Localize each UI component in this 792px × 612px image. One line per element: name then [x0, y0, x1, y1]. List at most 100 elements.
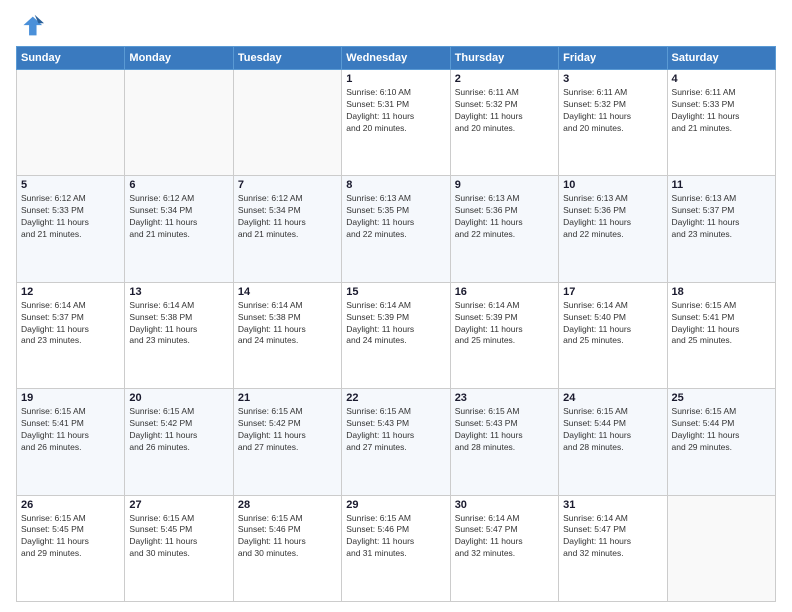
day-number: 28 — [238, 499, 337, 511]
logo — [16, 12, 48, 40]
day-number: 31 — [563, 499, 662, 511]
day-info: Sunrise: 6:12 AM Sunset: 5:33 PM Dayligh… — [21, 193, 120, 241]
weekday-header-tuesday: Tuesday — [233, 47, 341, 70]
day-info: Sunrise: 6:14 AM Sunset: 5:47 PM Dayligh… — [563, 513, 662, 561]
day-cell: 11 Sunrise: 6:13 AM Sunset: 5:37 PM Dayli… — [667, 176, 775, 282]
day-info: Sunrise: 6:14 AM Sunset: 5:39 PM Dayligh… — [346, 300, 445, 348]
day-cell: 24 Sunrise: 6:15 AM Sunset: 5:44 PM Dayli… — [559, 389, 667, 495]
day-cell: 31 Sunrise: 6:14 AM Sunset: 5:47 PM Dayli… — [559, 495, 667, 601]
day-info: Sunrise: 6:15 AM Sunset: 5:45 PM Dayligh… — [129, 513, 228, 561]
day-number: 30 — [455, 499, 554, 511]
day-cell: 29Sunrise: 6:15 AM Sunset: 5:46 PM Dayli… — [342, 495, 450, 601]
day-cell — [233, 70, 341, 176]
day-info: Sunrise: 6:15 AM Sunset: 5:42 PM Dayligh… — [129, 406, 228, 454]
day-cell: 18 Sunrise: 6:15 AM Sunset: 5:41 PM Dayli… — [667, 282, 775, 388]
day-cell: 5 Sunrise: 6:12 AM Sunset: 5:33 PM Daylig… — [17, 176, 125, 282]
day-number: 9 — [455, 179, 554, 191]
day-number: 5 — [21, 179, 120, 191]
day-cell: 4Sunrise: 6:11 AM Sunset: 5:33 PM Daylig… — [667, 70, 775, 176]
day-info: Sunrise: 6:15 AM Sunset: 5:45 PM Dayligh… — [21, 513, 120, 561]
day-cell: 28 Sunrise: 6:15 AM Sunset: 5:46 PM Dayli… — [233, 495, 341, 601]
day-info: Sunrise: 6:15 AM Sunset: 5:43 PM Dayligh… — [455, 406, 554, 454]
day-cell: 19 Sunrise: 6:15 AM Sunset: 5:41 PM Dayli… — [17, 389, 125, 495]
day-number: 29 — [346, 499, 445, 511]
day-info: Sunrise: 6:11 AM Sunset: 5:32 PM Dayligh… — [455, 87, 554, 135]
day-number: 1 — [346, 73, 445, 85]
day-number: 15 — [346, 286, 445, 298]
day-cell: 21 Sunrise: 6:15 AM Sunset: 5:42 PM Dayli… — [233, 389, 341, 495]
day-cell: 23 Sunrise: 6:15 AM Sunset: 5:43 PM Dayli… — [450, 389, 558, 495]
day-number: 18 — [672, 286, 771, 298]
day-cell: 8Sunrise: 6:13 AM Sunset: 5:35 PM Daylig… — [342, 176, 450, 282]
week-row-1: 5 Sunrise: 6:12 AM Sunset: 5:33 PM Daylig… — [17, 176, 776, 282]
logo-icon — [16, 12, 44, 40]
day-info: Sunrise: 6:15 AM Sunset: 5:44 PM Dayligh… — [672, 406, 771, 454]
day-info: Sunrise: 6:15 AM Sunset: 5:46 PM Dayligh… — [238, 513, 337, 561]
day-info: Sunrise: 6:10 AM Sunset: 5:31 PM Dayligh… — [346, 87, 445, 135]
day-number: 14 — [238, 286, 337, 298]
day-number: 2 — [455, 73, 554, 85]
day-cell: 12Sunrise: 6:14 AM Sunset: 5:37 PM Dayli… — [17, 282, 125, 388]
day-number: 26 — [21, 499, 120, 511]
day-number: 25 — [672, 392, 771, 404]
day-cell: 13Sunrise: 6:14 AM Sunset: 5:38 PM Dayli… — [125, 282, 233, 388]
day-info: Sunrise: 6:15 AM Sunset: 5:44 PM Dayligh… — [563, 406, 662, 454]
day-number: 16 — [455, 286, 554, 298]
day-number: 6 — [129, 179, 228, 191]
day-cell: 15 Sunrise: 6:14 AM Sunset: 5:39 PM Dayli… — [342, 282, 450, 388]
day-cell: 26 Sunrise: 6:15 AM Sunset: 5:45 PM Dayli… — [17, 495, 125, 601]
day-cell: 2 Sunrise: 6:11 AM Sunset: 5:32 PM Daylig… — [450, 70, 558, 176]
day-cell: 17 Sunrise: 6:14 AM Sunset: 5:40 PM Dayli… — [559, 282, 667, 388]
day-number: 12 — [21, 286, 120, 298]
week-row-0: 1 Sunrise: 6:10 AM Sunset: 5:31 PM Daylig… — [17, 70, 776, 176]
day-info: Sunrise: 6:13 AM Sunset: 5:37 PM Dayligh… — [672, 193, 771, 241]
day-info: Sunrise: 6:14 AM Sunset: 5:39 PM Dayligh… — [455, 300, 554, 348]
day-cell: 20Sunrise: 6:15 AM Sunset: 5:42 PM Dayli… — [125, 389, 233, 495]
day-info: Sunrise: 6:13 AM Sunset: 5:35 PM Dayligh… — [346, 193, 445, 241]
day-cell: 27 Sunrise: 6:15 AM Sunset: 5:45 PM Dayli… — [125, 495, 233, 601]
calendar-table: SundayMondayTuesdayWednesdayThursdayFrid… — [16, 46, 776, 602]
day-cell: 9Sunrise: 6:13 AM Sunset: 5:36 PM Daylig… — [450, 176, 558, 282]
day-number: 19 — [21, 392, 120, 404]
day-number: 24 — [563, 392, 662, 404]
weekday-header-row: SundayMondayTuesdayWednesdayThursdayFrid… — [17, 47, 776, 70]
day-number: 27 — [129, 499, 228, 511]
day-number: 17 — [563, 286, 662, 298]
day-info: Sunrise: 6:15 AM Sunset: 5:41 PM Dayligh… — [672, 300, 771, 348]
day-info: Sunrise: 6:15 AM Sunset: 5:42 PM Dayligh… — [238, 406, 337, 454]
header — [16, 12, 776, 40]
day-info: Sunrise: 6:12 AM Sunset: 5:34 PM Dayligh… — [129, 193, 228, 241]
day-number: 11 — [672, 179, 771, 191]
day-info: Sunrise: 6:14 AM Sunset: 5:40 PM Dayligh… — [563, 300, 662, 348]
day-info: Sunrise: 6:13 AM Sunset: 5:36 PM Dayligh… — [563, 193, 662, 241]
weekday-header-thursday: Thursday — [450, 47, 558, 70]
day-cell: 30Sunrise: 6:14 AM Sunset: 5:47 PM Dayli… — [450, 495, 558, 601]
day-cell — [17, 70, 125, 176]
weekday-header-friday: Friday — [559, 47, 667, 70]
day-cell: 3Sunrise: 6:11 AM Sunset: 5:32 PM Daylig… — [559, 70, 667, 176]
day-info: Sunrise: 6:14 AM Sunset: 5:38 PM Dayligh… — [129, 300, 228, 348]
day-info: Sunrise: 6:14 AM Sunset: 5:38 PM Dayligh… — [238, 300, 337, 348]
day-cell: 10Sunrise: 6:13 AM Sunset: 5:36 PM Dayli… — [559, 176, 667, 282]
day-info: Sunrise: 6:11 AM Sunset: 5:32 PM Dayligh… — [563, 87, 662, 135]
week-row-3: 19 Sunrise: 6:15 AM Sunset: 5:41 PM Dayli… — [17, 389, 776, 495]
day-number: 23 — [455, 392, 554, 404]
day-cell: 6 Sunrise: 6:12 AM Sunset: 5:34 PM Daylig… — [125, 176, 233, 282]
week-row-4: 26 Sunrise: 6:15 AM Sunset: 5:45 PM Dayli… — [17, 495, 776, 601]
page: SundayMondayTuesdayWednesdayThursdayFrid… — [0, 0, 792, 612]
weekday-header-saturday: Saturday — [667, 47, 775, 70]
day-cell: 14 Sunrise: 6:14 AM Sunset: 5:38 PM Dayli… — [233, 282, 341, 388]
day-info: Sunrise: 6:11 AM Sunset: 5:33 PM Dayligh… — [672, 87, 771, 135]
week-row-2: 12Sunrise: 6:14 AM Sunset: 5:37 PM Dayli… — [17, 282, 776, 388]
day-number: 7 — [238, 179, 337, 191]
weekday-header-wednesday: Wednesday — [342, 47, 450, 70]
day-cell — [667, 495, 775, 601]
day-cell: 25 Sunrise: 6:15 AM Sunset: 5:44 PM Dayli… — [667, 389, 775, 495]
day-cell: 1 Sunrise: 6:10 AM Sunset: 5:31 PM Daylig… — [342, 70, 450, 176]
day-cell: 22Sunrise: 6:15 AM Sunset: 5:43 PM Dayli… — [342, 389, 450, 495]
day-number: 21 — [238, 392, 337, 404]
day-cell: 7Sunrise: 6:12 AM Sunset: 5:34 PM Daylig… — [233, 176, 341, 282]
weekday-header-sunday: Sunday — [17, 47, 125, 70]
day-info: Sunrise: 6:15 AM Sunset: 5:41 PM Dayligh… — [21, 406, 120, 454]
day-cell — [125, 70, 233, 176]
